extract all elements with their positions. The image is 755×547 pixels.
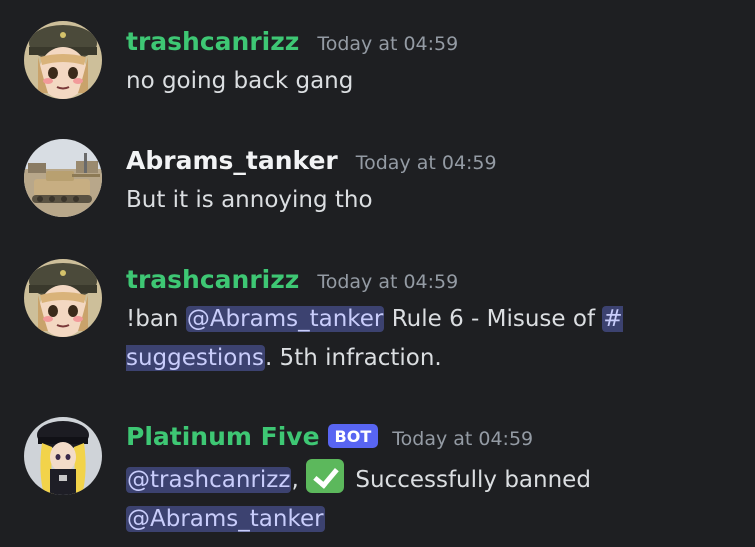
anime-character-avatar-icon	[24, 21, 102, 99]
message-header: trashcanrizz Today at 04:59	[126, 27, 458, 56]
avatar[interactable]	[24, 259, 102, 337]
username[interactable]: trashcanrizz	[126, 265, 299, 294]
message-content: !ban @Abrams_tanker Rule 6 - Misuse of #…	[126, 300, 666, 378]
username[interactable]: trashcanrizz	[126, 27, 299, 56]
user-mention[interactable]: @Abrams_tanker	[126, 506, 325, 532]
anime-character-avatar-icon	[24, 417, 102, 495]
timestamp[interactable]: Today at 04:59	[392, 428, 533, 450]
message-header: Platinum Five BOT Today at 04:59	[126, 422, 533, 451]
message-content: no going back gang	[126, 68, 354, 94]
message-text: ,	[291, 467, 299, 493]
chat-message-list: trashcanrizz Today at 04:59 no going bac…	[0, 0, 755, 547]
message-text: . 5th infraction.	[264, 345, 442, 371]
timestamp[interactable]: Today at 04:59	[356, 152, 497, 174]
user-mention[interactable]: @Abrams_tanker	[185, 306, 385, 332]
command-text: !ban	[126, 306, 186, 332]
white-check-mark-icon	[306, 459, 345, 493]
timestamp[interactable]: Today at 04:59	[317, 271, 458, 293]
message-content: @trashcanrizz, Successfully banned @Abra…	[126, 459, 626, 539]
username[interactable]: Platinum Five	[126, 422, 320, 451]
timestamp[interactable]: Today at 04:59	[317, 33, 458, 55]
message-header: trashcanrizz Today at 04:59	[126, 265, 458, 294]
message-text: Successfully banned	[348, 467, 591, 493]
tank-photo-avatar-icon	[24, 139, 102, 217]
avatar[interactable]	[24, 417, 102, 495]
avatar[interactable]	[24, 139, 102, 217]
message-header: Abrams_tanker Today at 04:59	[126, 146, 497, 175]
bot-badge: BOT	[327, 424, 379, 448]
anime-character-avatar-icon	[24, 259, 102, 337]
user-mention[interactable]: @trashcanrizz	[126, 467, 292, 493]
avatar[interactable]	[24, 21, 102, 99]
message-content: But it is annoying tho	[126, 187, 373, 213]
username[interactable]: Abrams_tanker	[126, 146, 338, 175]
message-text: Rule 6 - Misuse of	[384, 306, 603, 332]
